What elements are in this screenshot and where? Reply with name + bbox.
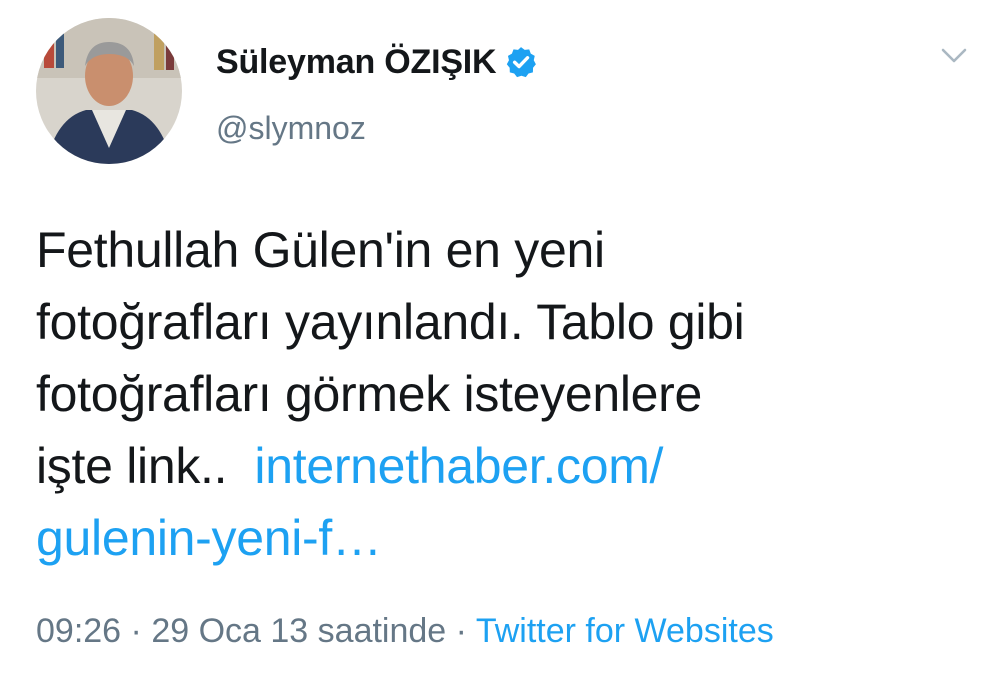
tweet-date[interactable]: 29 Oca 13 saatinde	[151, 612, 446, 650]
tweet-source-link[interactable]: Twitter for Websites	[476, 612, 774, 650]
verified-badge-icon	[504, 45, 538, 79]
tweet-text-line: fotoğrafları yayınlandı. Tablo gibi	[36, 294, 745, 350]
tweet-link-continued: gulenin-yeni-f…	[36, 502, 956, 574]
tweet-text-fragment: işte link..	[36, 438, 228, 494]
user-handle[interactable]: @slymnoz	[216, 110, 366, 147]
tweet-link-continuation[interactable]: gulenin-yeni-f…	[36, 510, 382, 566]
meta-separator: ·	[130, 612, 142, 650]
tweet-text-line: Fethullah Gülen'in en yeni	[36, 222, 605, 278]
user-name-row: Süleyman ÖZIŞIK	[216, 40, 538, 84]
meta-separator: ·	[455, 612, 467, 650]
tweet-text: Fethullah Gülen'in en yeni fotoğrafları …	[36, 214, 956, 574]
tweet-time[interactable]: 09:26	[36, 612, 121, 650]
tweet-meta: 09:26 · 29 Oca 13 saatinde · Twitter for…	[36, 612, 774, 651]
avatar-image	[36, 18, 182, 164]
avatar[interactable]	[36, 18, 182, 164]
tweet-card: Süleyman ÖZIŞIK @slymnoz Fethullah Gülen…	[0, 0, 1000, 678]
tweet-text-line: fotoğrafları görmek isteyenlere	[36, 366, 703, 422]
tweet-text-line-with-link: işte link.. internethaber.com/	[36, 430, 956, 502]
display-name[interactable]: Süleyman ÖZIŞIK	[216, 43, 497, 82]
tweet-link[interactable]: internethaber.com/	[254, 438, 663, 494]
chevron-down-icon[interactable]	[940, 46, 968, 66]
